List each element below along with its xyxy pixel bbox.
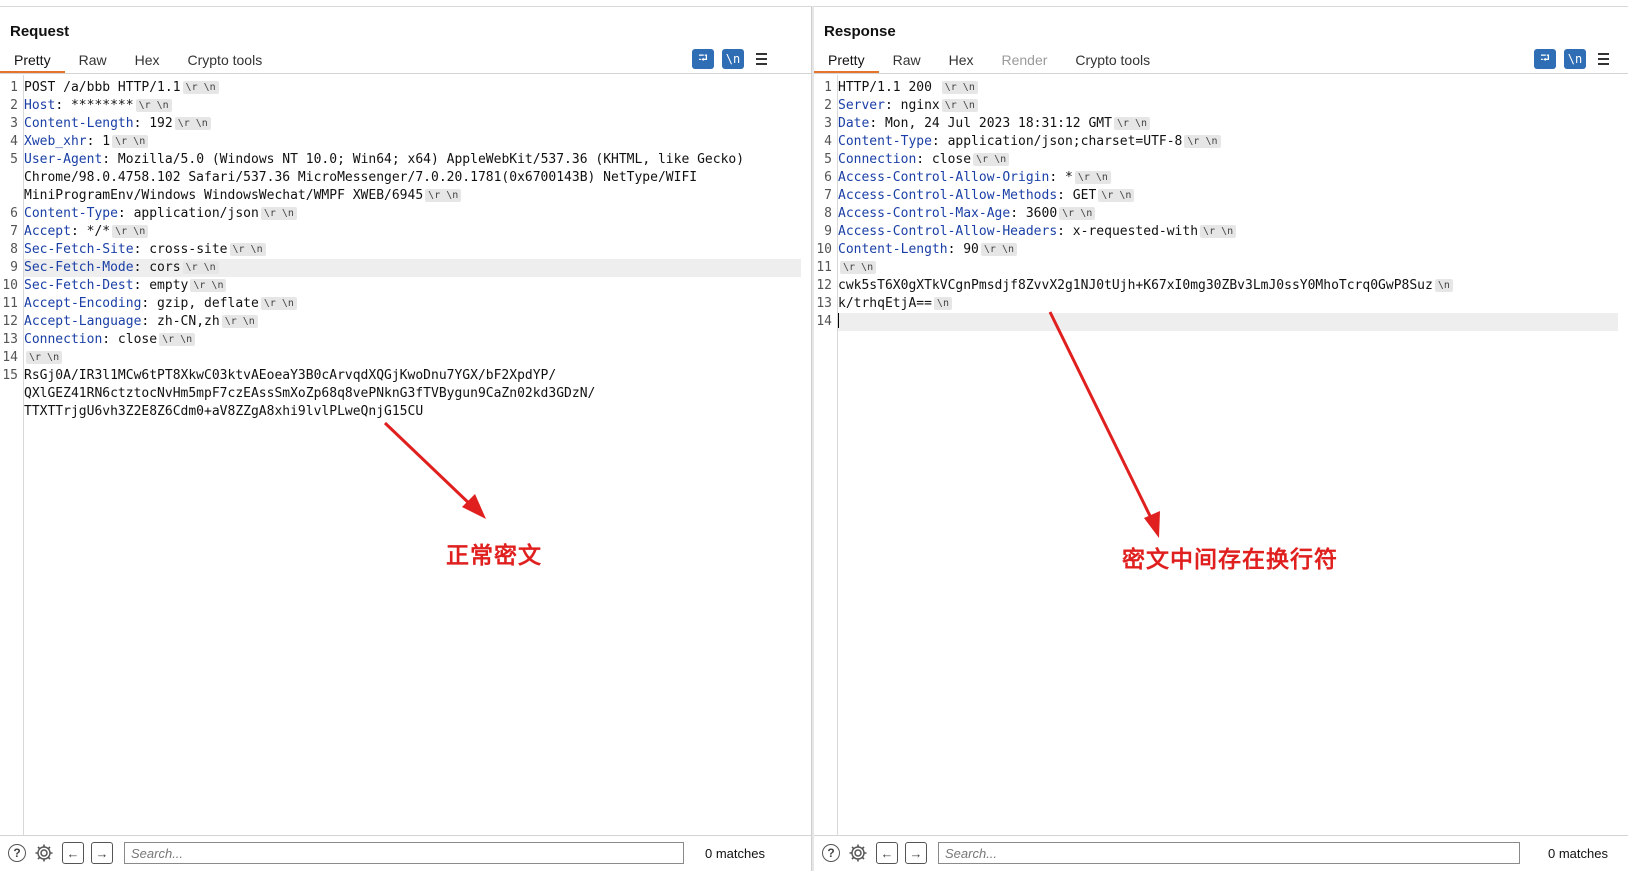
request-arrow-head — [462, 494, 486, 519]
annotation-arrows — [383, 311, 1160, 538]
response-arrow-head — [1144, 511, 1160, 538]
response-annotation-label: 密文中间存在换行符 — [1122, 547, 1338, 573]
request-annotation-label: 正常密文 — [446, 543, 542, 569]
